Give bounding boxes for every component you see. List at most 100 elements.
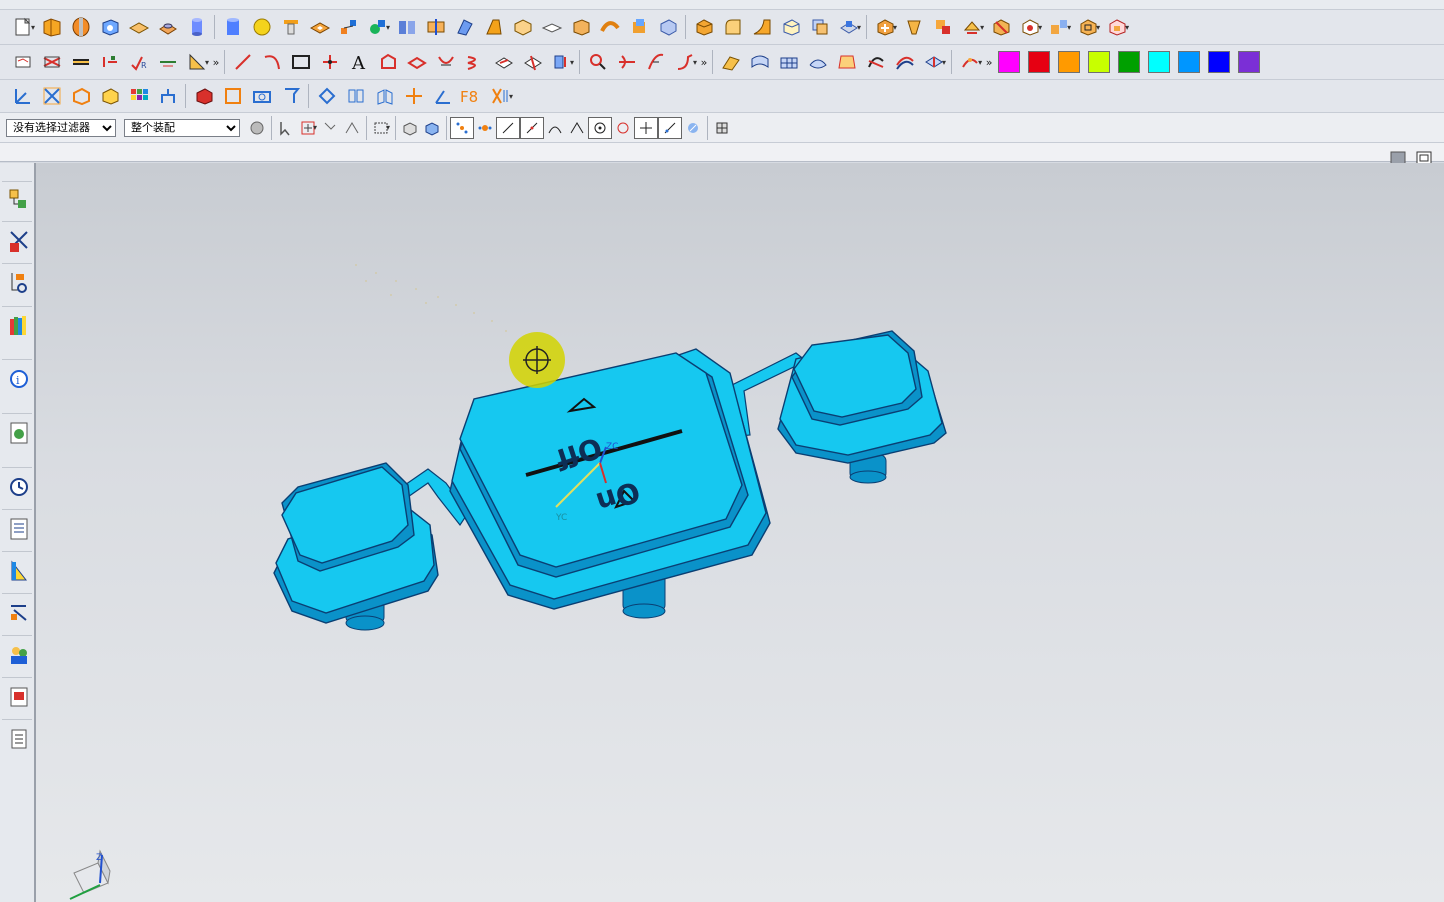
chamfer-icon[interactable] (776, 14, 805, 40)
edit-curve-dropdown-icon[interactable]: ▾ (693, 58, 697, 67)
measure-distance-icon[interactable] (312, 83, 341, 109)
dimension-icon[interactable] (95, 49, 124, 75)
face-blend-icon[interactable] (747, 14, 776, 40)
bridge-curve-icon[interactable] (431, 49, 460, 75)
datum-csys-icon[interactable] (8, 83, 37, 109)
arc-icon[interactable] (257, 49, 286, 75)
f8-snap-view-icon[interactable]: F8 (457, 83, 486, 109)
edge-blend-icon[interactable] (718, 14, 747, 40)
offset-face-icon[interactable] (508, 14, 537, 40)
color-swatch[interactable] (998, 51, 1021, 73)
wave-link-icon[interactable] (986, 14, 1015, 40)
point-icon[interactable] (315, 49, 344, 75)
n-sided-surface-icon[interactable] (832, 49, 861, 75)
select-chain-icon[interactable] (341, 115, 363, 141)
horizontal-constraint-icon[interactable] (153, 49, 182, 75)
component-new-icon[interactable] (899, 14, 928, 40)
select-region-dropdown-icon[interactable]: ▾ (313, 123, 317, 132)
snap-curve-icon[interactable] (544, 115, 566, 141)
assembly-dropdown-icon[interactable]: ▾ (893, 23, 897, 32)
part-navigator-icon[interactable] (2, 263, 32, 301)
color-palette-icon[interactable] (124, 83, 153, 109)
curve-analysis-icon[interactable] (583, 49, 612, 75)
snap-tangent-icon[interactable] (566, 115, 588, 141)
rectangle-icon[interactable] (286, 49, 315, 75)
flag-view-icon[interactable] (276, 83, 305, 109)
hole-icon[interactable] (276, 14, 305, 40)
extract-body-icon[interactable] (624, 14, 653, 40)
snap-center-icon[interactable] (588, 116, 613, 139)
select-body-icon[interactable] (421, 115, 443, 141)
frame-view-icon[interactable] (218, 83, 247, 109)
color-swatch[interactable] (1148, 51, 1171, 73)
print-layout-icon[interactable] (2, 719, 32, 757)
snap-quadrant-icon[interactable] (612, 115, 634, 141)
through-curves-icon[interactable] (716, 49, 745, 75)
surface-dropdown-icon[interactable]: ▾ (942, 58, 946, 67)
shell-icon[interactable] (537, 14, 566, 40)
system-materials-icon[interactable] (2, 509, 32, 547)
type-filter-select[interactable]: 没有选择过滤器 (6, 118, 116, 137)
reposition-dropdown-icon[interactable]: ▾ (980, 23, 984, 32)
curve-dropdown-icon[interactable]: ▾ (570, 58, 574, 67)
snap-intersection-icon[interactable] (634, 116, 659, 139)
color-swatch[interactable] (1208, 51, 1231, 73)
color-swatch[interactable] (1058, 51, 1081, 73)
sequence-dropdown-icon[interactable]: ▾ (1125, 23, 1129, 32)
thicken-icon[interactable] (566, 14, 595, 40)
revolve-icon[interactable] (66, 14, 95, 40)
offset-surface-icon[interactable] (890, 49, 919, 75)
color-swatch[interactable] (1238, 51, 1261, 73)
color-swatch[interactable] (1028, 51, 1051, 73)
measure-angle-icon[interactable] (341, 83, 370, 109)
mate-component-icon[interactable] (928, 14, 957, 40)
system-scene-icon[interactable] (2, 677, 32, 715)
trim-curve-icon[interactable] (612, 49, 641, 75)
split-body-icon[interactable] (421, 14, 450, 40)
snap-grid-icon[interactable] (474, 115, 496, 141)
sphere-icon[interactable] (247, 14, 276, 40)
clearance-dropdown-icon[interactable]: ▾ (1096, 23, 1100, 32)
process-studio-icon[interactable] (2, 551, 32, 589)
angle-icon[interactable] (428, 83, 457, 109)
sweep-icon[interactable] (595, 14, 624, 40)
selection-scope-select[interactable]: 整个装配 (124, 118, 240, 137)
datum-plane-icon[interactable] (66, 83, 95, 109)
bounded-plane-icon[interactable] (861, 49, 890, 75)
snap-endpoint-icon[interactable] (450, 116, 475, 139)
history-clock-icon[interactable] (2, 467, 32, 505)
trim-body-icon[interactable] (450, 14, 479, 40)
exploded-dropdown-icon[interactable]: ▾ (1067, 23, 1071, 32)
pocket-icon[interactable] (305, 14, 334, 40)
profile-ruler-icon[interactable] (66, 49, 95, 75)
toolbar-overflow-icon[interactable]: » (211, 56, 221, 69)
sketch-constraint-icon[interactable] (37, 49, 66, 75)
color-swatch[interactable] (1088, 51, 1111, 73)
project-curve-icon[interactable] (489, 49, 518, 75)
toolbar-overflow-icon-3[interactable]: » (984, 56, 994, 69)
extrude-block-icon[interactable] (37, 14, 66, 40)
box-feature-icon[interactable] (95, 83, 124, 109)
sketch-dropdown-icon[interactable]: ▾ (205, 58, 209, 67)
rectangle-select-dropdown-icon[interactable]: ▾ (386, 123, 390, 132)
select-lasso-icon[interactable] (319, 115, 341, 141)
datum-axis-icon[interactable] (37, 83, 66, 109)
reuse-library-icon[interactable] (2, 306, 32, 344)
sketch-icon[interactable] (8, 49, 37, 75)
snap-settings-icon[interactable] (711, 115, 733, 141)
constraint-navigator-icon[interactable] (2, 221, 32, 259)
constraint-vr-icon[interactable]: R (124, 49, 153, 75)
text-icon[interactable]: A (344, 49, 373, 75)
snap-on-face-icon[interactable] (682, 115, 704, 141)
hole-view-icon[interactable] (247, 83, 276, 109)
helix-icon[interactable] (460, 49, 489, 75)
mesh-surface-icon[interactable] (774, 49, 803, 75)
toolbar-overflow-icon-2[interactable]: » (699, 56, 709, 69)
assembly-cut-dropdown-icon[interactable]: ▾ (1038, 23, 1042, 32)
model-canvas[interactable]: Off On ZC YC Z (36, 163, 1444, 902)
select-arrow-icon[interactable] (275, 115, 297, 141)
line-icon[interactable] (228, 49, 257, 75)
shaded-view-icon[interactable] (189, 83, 218, 109)
combine-icon[interactable] (805, 14, 834, 40)
sketch-pattern-icon[interactable] (334, 14, 363, 40)
